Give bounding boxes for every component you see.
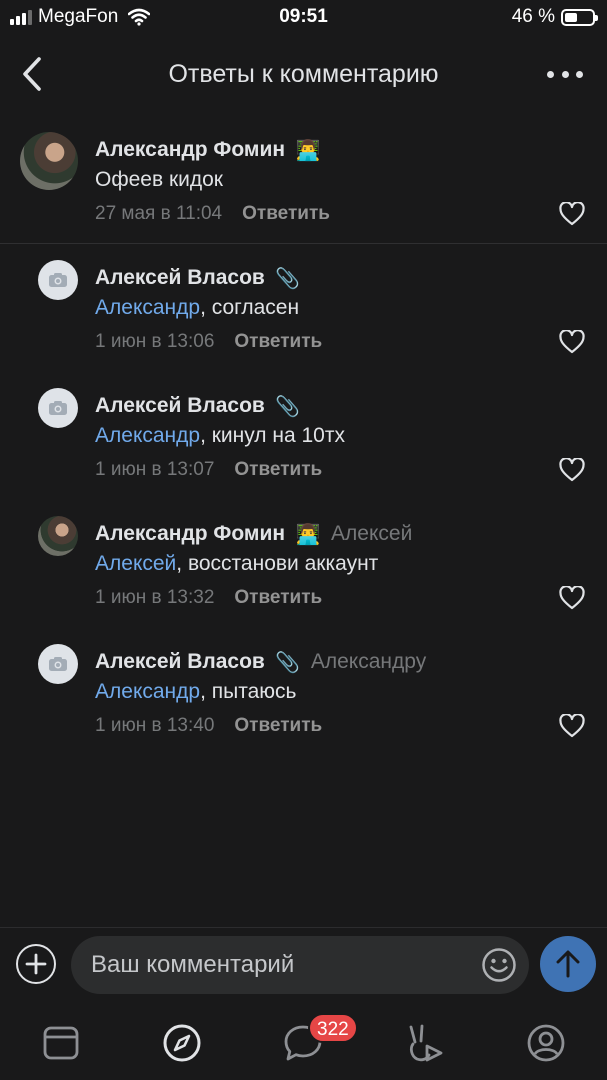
author-name[interactable]: Алексей Власов [95,394,265,418]
mention-link[interactable]: Александр [95,680,200,703]
tab-profile[interactable] [524,1021,568,1065]
paperclip-emoji-icon: 📎 [275,651,301,674]
comment-input-placeholder: Ваш комментарий [91,951,295,978]
heart-icon[interactable] [559,458,585,482]
paperclip-emoji-icon: 📎 [275,267,301,290]
heart-icon[interactable] [559,586,585,610]
comment-reply: Алексей Власов 📎 Александр, кинул на 10т… [0,388,607,498]
more-dots-icon [547,70,554,78]
reply-to-name[interactable]: Александру [311,650,426,674]
battery-icon [561,8,598,26]
paperclip-emoji-icon: 📎 [275,395,301,418]
heart-icon[interactable] [559,202,585,226]
tab-bar [0,1003,607,1080]
comment-date: 1 июн в 13:07 [95,459,215,480]
avatar[interactable] [38,644,78,684]
send-button[interactable] [540,936,596,992]
page-title: Ответы к комментарию [168,60,439,88]
tab-clips[interactable] [403,1021,447,1065]
author-name[interactable]: Александр Фомин [95,138,285,162]
comment-reply: Александр Фомин 👨‍💻 Алексей Алексей, вос… [0,516,607,626]
camera-icon [49,401,67,415]
camera-icon [49,273,67,287]
mention-link[interactable]: Алексей [95,552,176,575]
author-name[interactable]: Алексей Власов [95,650,265,674]
reply-to-name[interactable]: Алексей [331,522,412,546]
reply-button[interactable]: Ответить [242,203,330,225]
newsfeed-icon [43,1026,79,1060]
comment-text: Офеев кидок [95,168,223,191]
reply-button[interactable]: Ответить [234,459,322,481]
mention-link[interactable]: Александр [95,424,200,447]
status-emoji-icon: 👨‍💻 [295,139,321,162]
comment-input-bar: Ваш комментарий [0,927,607,1003]
comment-text: Александр, пытаюсь [95,680,297,703]
comment-date: 1 июн в 13:32 [95,587,215,608]
more-button[interactable] [547,66,583,82]
heart-icon[interactable] [559,714,585,738]
comment-text: Алексей, восстанови аккаунт [95,552,379,575]
profile-icon [527,1024,565,1062]
reply-button[interactable]: Ответить [234,331,322,353]
camera-icon [49,657,67,671]
battery-percent: 46 % [511,6,555,27]
comment-root: Александр Фомин 👨‍💻 Офеев кидок 27 мая в… [0,132,607,242]
header: Ответы к комментарию [0,44,607,106]
compass-icon [163,1024,201,1062]
comment-date: 1 июн в 13:40 [95,715,215,736]
plus-icon [25,953,47,975]
tab-newsfeed[interactable] [39,1021,83,1065]
comment-input[interactable]: Ваш комментарий [71,936,529,994]
comment-reply: Алексей Власов 📎 Александр, согласен 1 и… [0,260,607,370]
mention-link[interactable]: Александр [95,296,200,319]
comment-text: Александр, согласен [95,296,300,319]
arrow-up-icon [556,950,580,978]
tab-discover[interactable] [160,1021,204,1065]
avatar[interactable] [38,260,78,300]
author-name[interactable]: Александр Фомин [95,522,285,546]
avatar[interactable] [38,388,78,428]
author-name[interactable]: Алексей Власов [95,266,265,290]
comment-reply: Алексей Власов 📎 Александру Александр, п… [0,644,607,754]
comment-date: 27 мая в 11:04 [95,203,223,224]
add-attachment-button[interactable] [16,944,56,984]
smile-icon[interactable] [481,947,517,983]
comment-date: 1 июн в 13:06 [95,331,215,352]
comment-text: Александр, кинул на 10тх [95,424,345,447]
avatar[interactable] [38,516,78,556]
status-emoji-icon: 👨‍💻 [295,523,321,546]
heart-icon[interactable] [559,330,585,354]
messages-badge: 322 [308,1013,358,1043]
clips-icon [409,1024,443,1062]
reply-button[interactable]: Ответить [234,715,322,737]
avatar[interactable] [20,132,78,190]
divider [0,243,607,244]
reply-button[interactable]: Ответить [234,587,322,609]
status-bar: MegaFon 09:51 46 % [0,0,607,36]
